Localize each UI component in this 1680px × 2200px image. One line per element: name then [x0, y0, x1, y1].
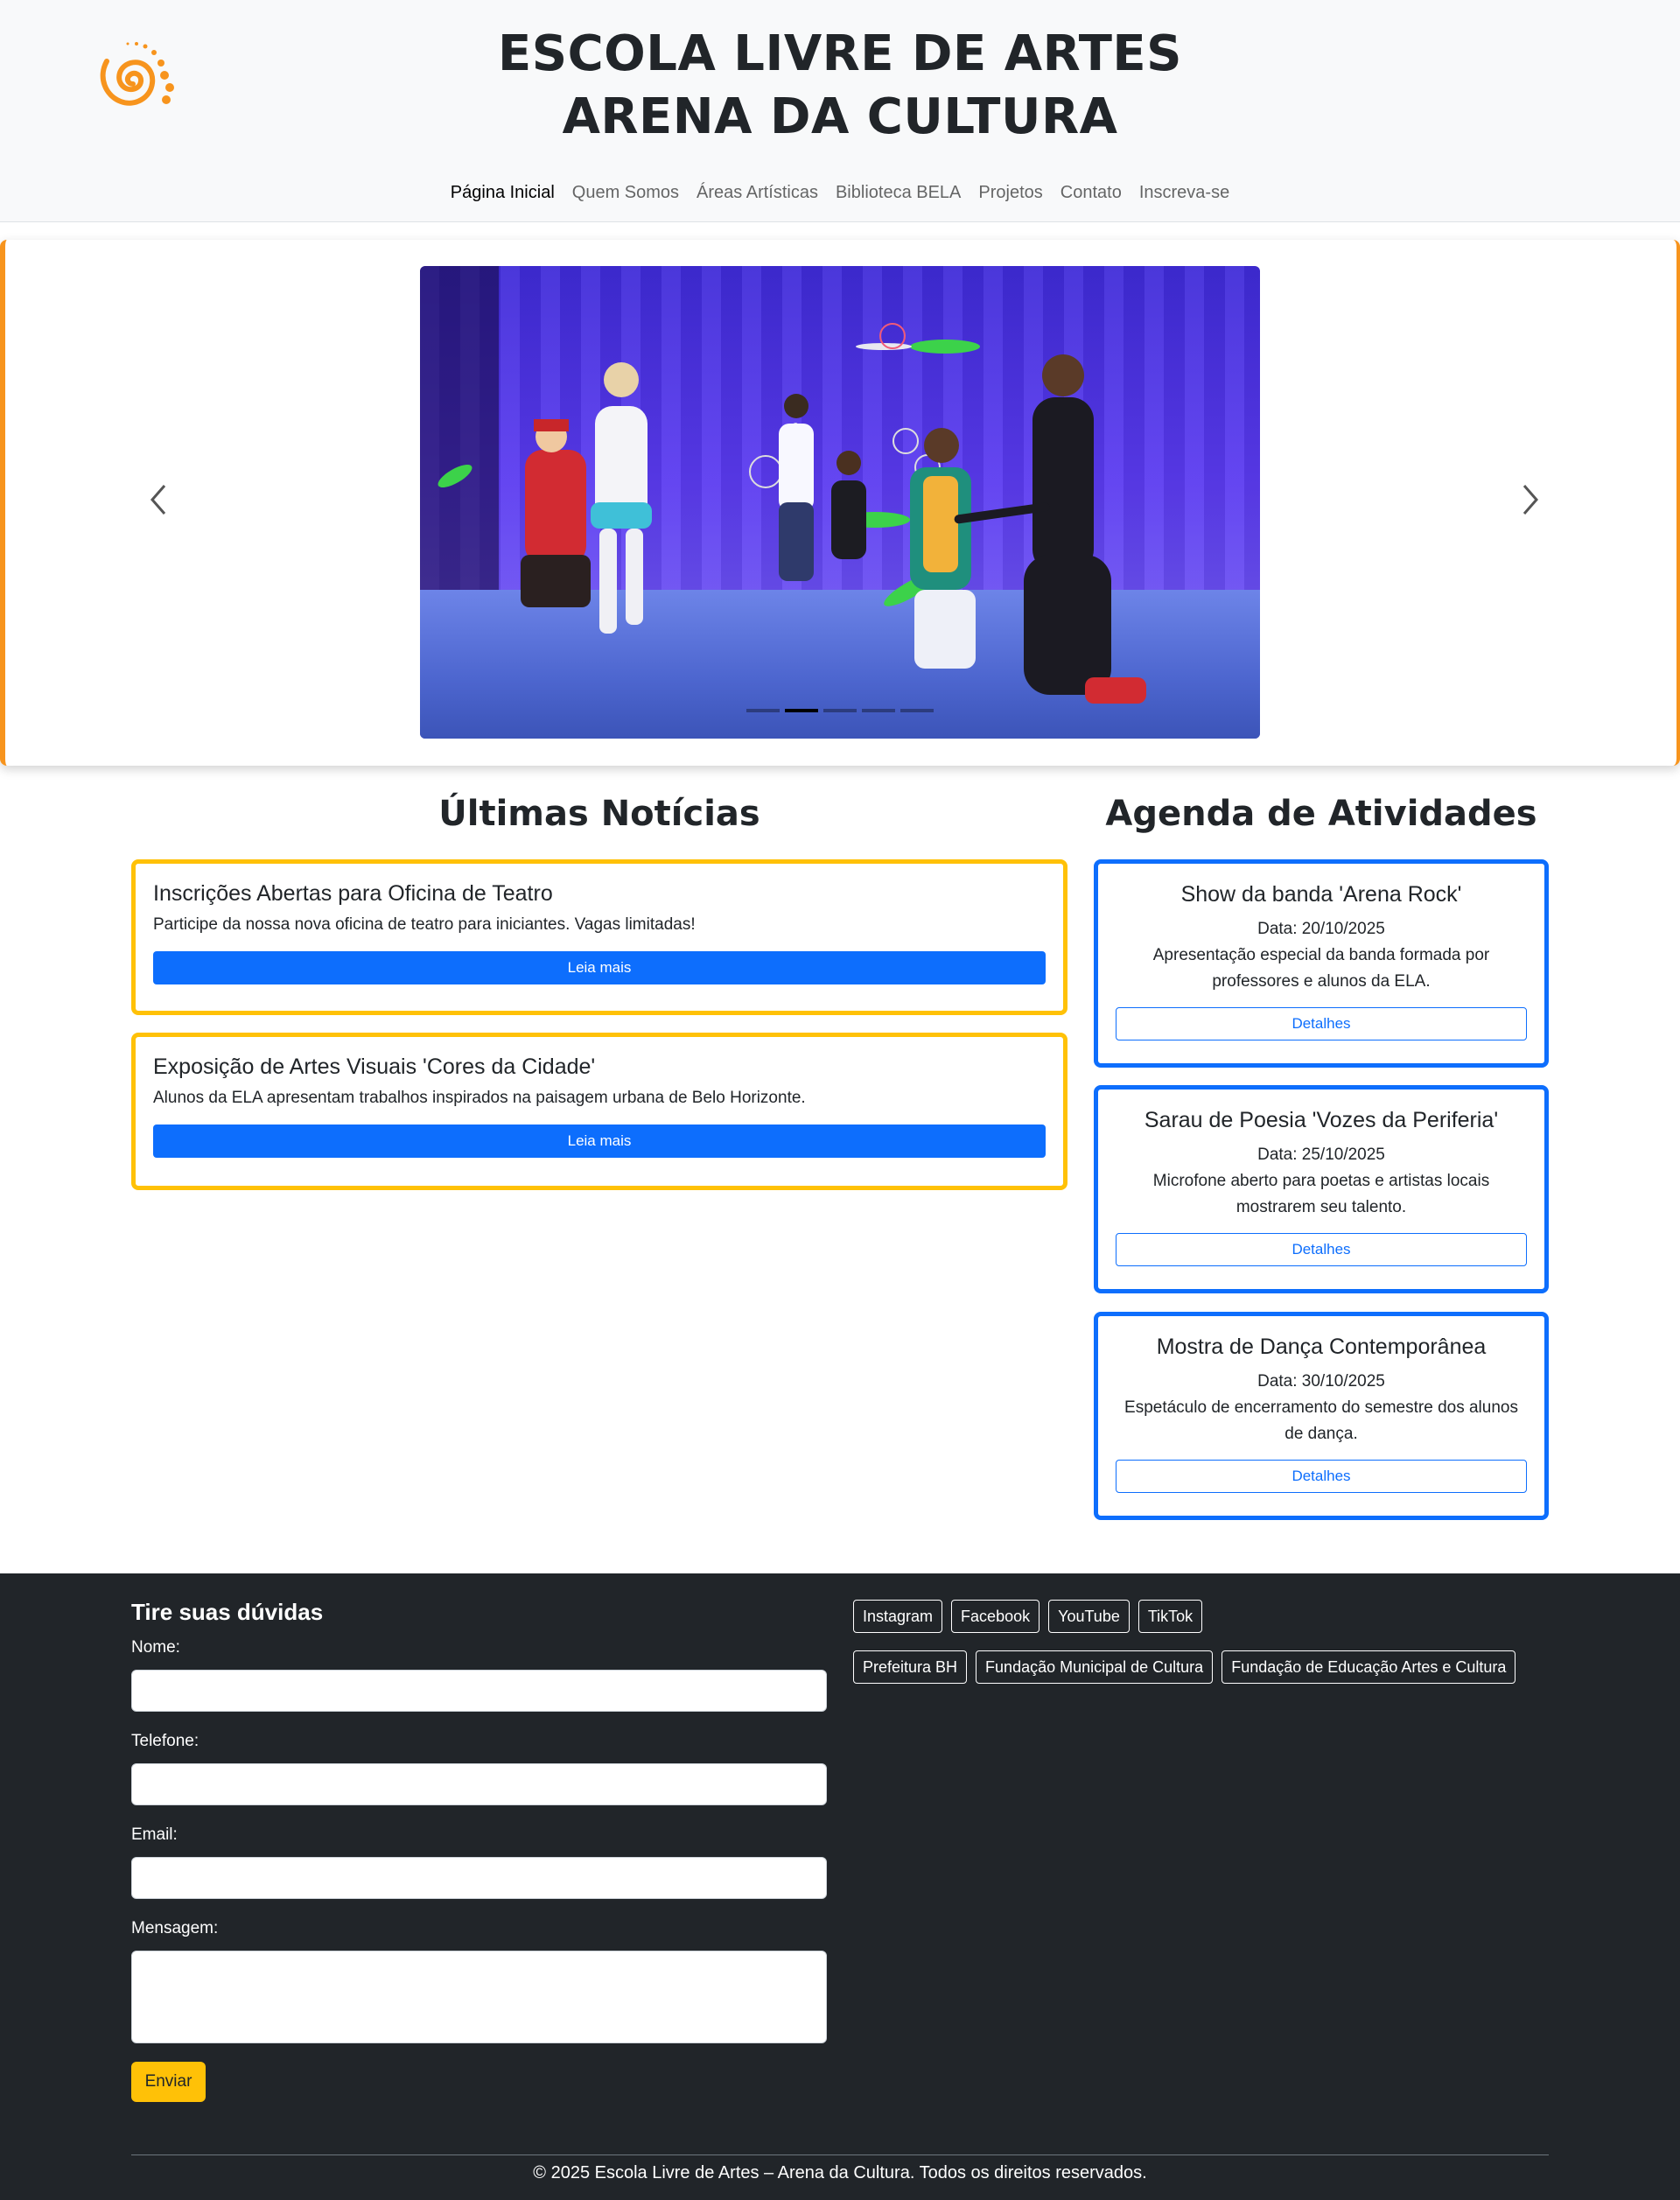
details-button[interactable]: Detalhes: [1116, 1233, 1527, 1266]
site-footer: Tire suas dúvidas Nome: Telefone: Email:…: [0, 1573, 1680, 2200]
partner-link-fmc[interactable]: Fundação Municipal de Cultura: [976, 1650, 1214, 1684]
instagram-link[interactable]: Instagram: [853, 1600, 943, 1633]
send-button[interactable]: Enviar: [131, 2062, 206, 2102]
news-card-text: Alunos da ELA apresentam trabalhos inspi…: [153, 1089, 806, 1107]
copyright-text: © 2025 Escola Livre de Artes – Arena da …: [533, 2163, 1147, 2182]
hero-carousel: [0, 240, 1680, 766]
details-button[interactable]: Detalhes: [1116, 1007, 1527, 1040]
carousel-indicator-4[interactable]: [862, 709, 895, 712]
social-links: Instagram Facebook YouTube TikTok: [853, 1600, 1203, 1633]
partner-links: Prefeitura BH Fundação Municipal de Cult…: [853, 1650, 1516, 1684]
carousel-indicator-3[interactable]: [823, 709, 857, 712]
nav-item-quem-somos[interactable]: Quem Somos: [572, 179, 679, 207]
news-card: Inscrições Abertas para Oficina de Teatr…: [131, 859, 1068, 1015]
event-card: Mostra de Dança Contemporânea Data: 30/1…: [1094, 1312, 1549, 1520]
news-card-title: Exposição de Artes Visuais 'Cores da Cid…: [153, 1054, 596, 1079]
carousel-slide-image: [420, 266, 1260, 739]
news-card-text: Participe da nossa nova oficina de teatr…: [153, 915, 696, 934]
agenda-section-title: Agenda de Atividades: [1105, 794, 1537, 834]
event-card-text: Microfone aberto para poetas e artistas …: [1152, 1172, 1490, 1216]
nav-item-biblioteca-bela[interactable]: Biblioteca BELA: [836, 179, 961, 207]
site-title: ESCOLA LIVRE DE ARTES ARENA DA CULTURA: [0, 23, 1680, 149]
carousel-indicator-1[interactable]: [746, 709, 780, 712]
event-card-title: Sarau de Poesia 'Vozes da Periferia': [1144, 1108, 1499, 1132]
details-button[interactable]: Detalhes: [1116, 1460, 1527, 1493]
chevron-left-icon[interactable]: [136, 478, 180, 522]
event-card-title: Show da banda 'Arena Rock': [1180, 882, 1462, 907]
event-card: Show da banda 'Arena Rock' Data: 20/10/2…: [1094, 859, 1549, 1068]
carousel-indicators: [420, 709, 1260, 712]
phone-field[interactable]: [131, 1763, 827, 1805]
nav-item-pagina-inicial[interactable]: Página Inicial: [451, 179, 555, 207]
news-card-title: Inscrições Abertas para Oficina de Teatr…: [153, 881, 553, 906]
event-card-date: Data: 25/10/2025: [1257, 1146, 1385, 1164]
read-more-button[interactable]: Leia mais: [153, 1125, 1046, 1158]
phone-label: Telefone:: [131, 1732, 200, 1750]
event-card-text: Espetáculo de encerramento do semestre d…: [1124, 1398, 1518, 1443]
nav-item-projetos[interactable]: Projetos: [978, 179, 1042, 207]
facebook-link[interactable]: Facebook: [951, 1600, 1040, 1633]
contact-form-title: Tire suas dúvidas: [131, 1599, 324, 1625]
message-label: Mensagem:: [131, 1919, 219, 1937]
nav-item-areas-artisticas[interactable]: Áreas Artísticas: [696, 179, 818, 207]
main-nav: Página Inicial Quem Somos Áreas Artístic…: [0, 179, 1680, 207]
event-card-text: Apresentação especial da banda formada p…: [1152, 946, 1490, 991]
read-more-button[interactable]: Leia mais: [153, 951, 1046, 984]
performers-illustration: [438, 323, 1146, 704]
event-card-date: Data: 20/10/2025: [1257, 920, 1385, 938]
partner-link-fundacao-educacao[interactable]: Fundação de Educação Artes e Cultura: [1222, 1650, 1516, 1684]
tiktok-link[interactable]: TikTok: [1138, 1600, 1203, 1633]
email-field[interactable]: [131, 1857, 827, 1899]
nav-item-inscreva-se[interactable]: Inscreva-se: [1139, 179, 1229, 207]
carousel-indicator-2[interactable]: [785, 709, 818, 712]
name-label: Nome:: [131, 1638, 180, 1657]
event-card-title: Mostra de Dança Contemporânea: [1156, 1335, 1487, 1359]
chevron-right-icon[interactable]: [1508, 478, 1552, 522]
site-title-line1: ESCOLA LIVRE DE ARTES: [497, 25, 1182, 82]
carousel-indicator-5[interactable]: [900, 709, 934, 712]
name-field[interactable]: [131, 1670, 827, 1712]
message-field[interactable]: [131, 1951, 827, 2043]
news-section-title: Últimas Notícias: [438, 794, 760, 834]
site-title-line2: ARENA DA CULTURA: [562, 88, 1118, 145]
site-header: ESCOLA LIVRE DE ARTES ARENA DA CULTURA P…: [0, 0, 1680, 222]
youtube-link[interactable]: YouTube: [1048, 1600, 1130, 1633]
event-card: Sarau de Poesia 'Vozes da Periferia' Dat…: [1094, 1085, 1549, 1293]
partner-link-prefeitura-bh[interactable]: Prefeitura BH: [853, 1650, 968, 1684]
event-card-date: Data: 30/10/2025: [1257, 1372, 1385, 1391]
news-card: Exposição de Artes Visuais 'Cores da Cid…: [131, 1033, 1068, 1190]
email-label: Email:: [131, 1825, 178, 1844]
nav-item-contato[interactable]: Contato: [1060, 179, 1122, 207]
footer-divider: [131, 2154, 1549, 2155]
